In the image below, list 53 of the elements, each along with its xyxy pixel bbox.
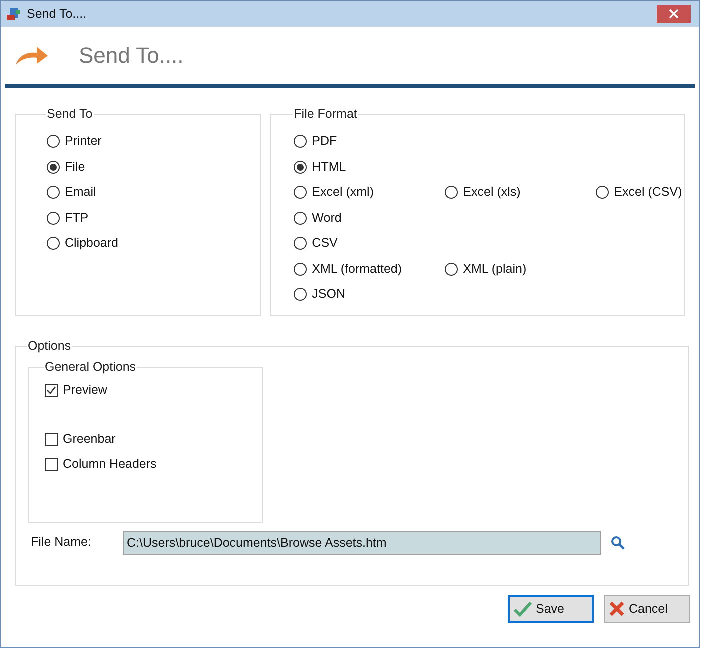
window-title: Send To.... <box>27 6 88 23</box>
radio-button[interactable] <box>294 135 308 148</box>
group-title: Options <box>27 338 72 355</box>
radio-label: Excel (CSV) <box>614 184 682 202</box>
radio-button[interactable] <box>47 237 60 250</box>
radio-label: Excel (xls) <box>463 184 521 202</box>
close-icon <box>669 9 679 19</box>
checkbox[interactable] <box>45 433 58 446</box>
cancel-button[interactable]: Cancel <box>604 595 690 623</box>
radio-button[interactable] <box>294 288 308 302</box>
radio-button[interactable] <box>294 160 308 174</box>
radio-label: Clipboard <box>65 235 119 252</box>
close-icon <box>609 601 625 617</box>
save-button[interactable]: Save <box>508 595 594 623</box>
file-name-label: File Name: <box>31 534 92 552</box>
radio-button[interactable] <box>445 262 458 276</box>
file-name-field[interactable]: C:\Users\bruce\Documents\Browse Assets.htm <box>123 530 601 555</box>
app-icon <box>7 7 21 21</box>
close-button[interactable] <box>657 5 691 23</box>
radio-label: Email <box>65 184 96 202</box>
radio-button[interactable] <box>294 262 308 276</box>
radio-button[interactable] <box>47 212 60 225</box>
checkbox[interactable] <box>45 458 58 471</box>
radio-label: CSV <box>312 235 338 252</box>
group-title: General Options <box>44 358 138 376</box>
checkbox-label: Preview <box>63 382 108 400</box>
radio-label: XML (plain) <box>463 260 527 278</box>
group-title: File Format <box>293 106 358 123</box>
group-title: Send To <box>46 106 94 123</box>
radio-button[interactable] <box>294 186 308 200</box>
radio-label: FTP <box>65 210 89 227</box>
radio-button[interactable] <box>596 186 610 200</box>
radio-label: Printer <box>65 133 102 150</box>
header-title: Send To.... <box>79 42 184 70</box>
radio-button[interactable] <box>47 186 60 200</box>
radio-label: File <box>65 158 86 176</box>
radio-label: PDF <box>312 133 338 150</box>
radio-label: JSON <box>312 286 346 304</box>
checkbox[interactable] <box>45 384 58 397</box>
forward-arrow-icon <box>15 46 49 66</box>
radio-button[interactable] <box>294 212 308 225</box>
search-icon[interactable] <box>611 536 625 550</box>
checkbox-label: Greenbar <box>63 431 116 448</box>
radio-label: HTML <box>312 158 346 176</box>
radio-button[interactable] <box>445 186 458 200</box>
checkmark-icon <box>514 601 532 617</box>
radio-button[interactable] <box>294 237 308 250</box>
radio-label: Excel (xml) <box>312 184 374 202</box>
checkbox-label: Column Headers <box>63 456 157 474</box>
radio-label: XML (formatted) <box>312 260 402 278</box>
radio-button[interactable] <box>47 160 60 174</box>
radio-label: Word <box>312 210 342 227</box>
radio-button[interactable] <box>47 135 60 148</box>
